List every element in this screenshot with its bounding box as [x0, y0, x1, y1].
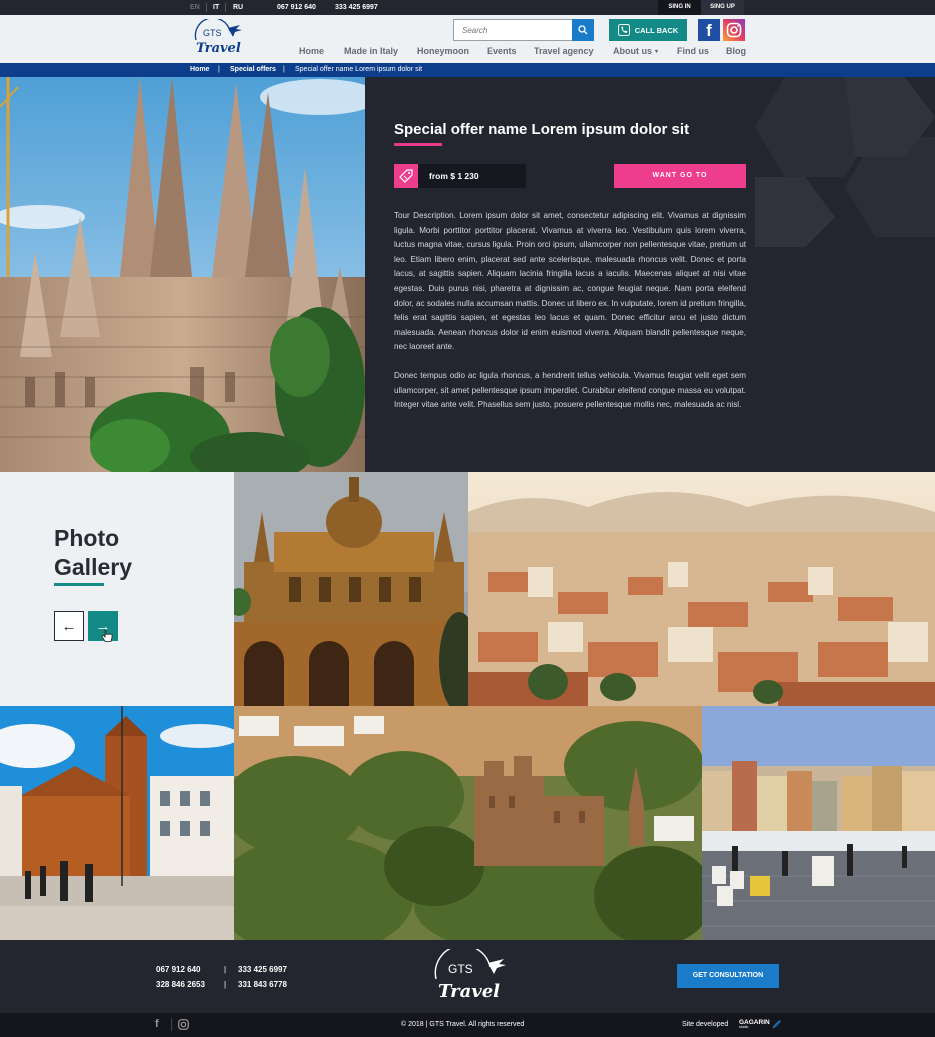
gallery-photo-church-square[interactable] — [0, 706, 234, 940]
footer-logo-top: GTS — [448, 962, 473, 976]
breadcrumb-separator: | — [218, 66, 220, 73]
sign-in-button[interactable]: SING IN — [658, 0, 701, 15]
arrow-left-icon: ← — [61, 617, 77, 635]
search-icon — [578, 25, 588, 35]
nav-travel-agency[interactable]: Travel agency — [534, 46, 594, 56]
want-go-to-button[interactable]: WANT GO TO — [614, 164, 746, 188]
footer-phone-4[interactable]: 331 843 6778 — [238, 980, 287, 989]
footer-separator: | — [224, 965, 227, 974]
gallery-title-line2: Gallery — [54, 554, 132, 580]
phone-icon — [617, 24, 630, 36]
search-input[interactable] — [454, 20, 572, 41]
footer-phone-3[interactable]: 328 846 2653 — [156, 980, 205, 989]
search-button[interactable] — [572, 19, 594, 41]
lang-ru[interactable]: RU — [233, 4, 243, 11]
divider — [225, 3, 226, 12]
search-box — [453, 19, 594, 41]
gallery-title-underline — [54, 583, 104, 586]
logo-text-top: GTS — [203, 28, 222, 38]
photo-gallery-panel: Photo Gallery ← → — [0, 472, 234, 706]
copyright: © 2018 | GTS Travel. All rights reserved — [401, 1021, 525, 1028]
developer-logo[interactable]: GAGARIN studio — [739, 1019, 770, 1029]
price-tag-icon — [394, 164, 418, 188]
header: GTS Travel CALL BACK f Home Made in Ital… — [0, 15, 935, 63]
footer-separator: | — [224, 980, 227, 989]
nav-honeymoon[interactable]: Honeymoon — [417, 46, 469, 56]
logo[interactable]: GTS Travel — [190, 19, 248, 59]
footer-phone-1[interactable]: 067 912 640 — [156, 965, 201, 974]
top-phone-1[interactable]: 067 912 640 — [277, 4, 316, 11]
top-phone-2[interactable]: 333 425 6997 — [335, 4, 378, 11]
bottom-bar: f © 2018 | GTS Travel. All rights reserv… — [0, 1013, 935, 1037]
facebook-icon[interactable]: f — [155, 1018, 159, 1030]
nav-find-us[interactable]: Find us — [677, 46, 709, 56]
call-back-button[interactable]: CALL BACK — [609, 19, 687, 41]
chevron-down-icon: ▾ — [655, 49, 659, 55]
lang-it[interactable]: IT — [213, 4, 219, 11]
offer-title: Special offer name Lorem ipsum dolor sit — [394, 121, 690, 138]
hero-photo-sagrada-familia — [0, 77, 365, 472]
gallery-title-line1: Photo — [54, 525, 120, 551]
site-developed-label: Site developed — [682, 1021, 729, 1028]
facebook-icon[interactable]: f — [698, 19, 720, 41]
gallery-photo-castle-forest[interactable] — [234, 706, 702, 940]
nav-about-us[interactable]: About us — [613, 46, 652, 56]
breadcrumb-home[interactable]: Home — [190, 66, 209, 73]
breadcrumb-separator: | — [283, 66, 285, 73]
divider — [206, 3, 207, 12]
offer-panel: Special offer name Lorem ipsum dolor sit… — [365, 77, 935, 472]
call-back-label: CALL BACK — [634, 25, 679, 35]
footer: 067 912 640 | 333 425 6997 328 846 2653 … — [0, 940, 935, 1013]
get-consultation-button[interactable]: GET CONSULTATION — [677, 964, 779, 988]
tour-description: Tour Description. Lorem ipsum dolor sit … — [394, 211, 746, 352]
breadcrumb-special-offers[interactable]: Special offers — [230, 66, 276, 73]
price: from $ 1 230 — [418, 164, 526, 188]
nav-home[interactable]: Home — [299, 46, 324, 56]
top-bar: EN IT RU 067 912 640 333 425 6997 SING I… — [0, 0, 935, 15]
nav-blog[interactable]: Blog — [726, 46, 746, 56]
gallery-title: Photo Gallery — [54, 524, 132, 582]
divider — [171, 1018, 172, 1031]
title-underline — [394, 143, 442, 146]
hand-cursor-icon — [101, 629, 113, 642]
logo-text-bottom: Travel — [196, 41, 241, 56]
tour-description-2: Donec tempus odio ac ligula rhoncus, a h… — [394, 371, 746, 410]
rocket-icon — [772, 1020, 781, 1029]
footer-logo-bottom: Travel — [438, 981, 500, 1002]
sign-up-button[interactable]: SING UP — [701, 0, 744, 15]
breadcrumb: Home | Special offers | Special offer na… — [0, 63, 935, 77]
gallery-photo-old-town[interactable] — [702, 706, 935, 940]
footer-phone-2[interactable]: 333 425 6997 — [238, 965, 287, 974]
gallery-photo-city-aerial[interactable] — [468, 472, 935, 706]
nav-made-in-italy[interactable]: Made in Italy — [344, 46, 398, 56]
nav-events[interactable]: Events — [487, 46, 517, 56]
breadcrumb-current: Special offer name Lorem ipsum dolor sit — [295, 66, 423, 73]
gallery-photo-palace[interactable] — [234, 472, 468, 706]
footer-logo[interactable]: GTS Travel — [428, 949, 510, 1005]
instagram-icon[interactable] — [723, 19, 745, 41]
gallery-prev-button[interactable]: ← — [54, 611, 84, 641]
instagram-icon[interactable] — [178, 1019, 189, 1030]
lang-en[interactable]: EN — [190, 4, 200, 11]
